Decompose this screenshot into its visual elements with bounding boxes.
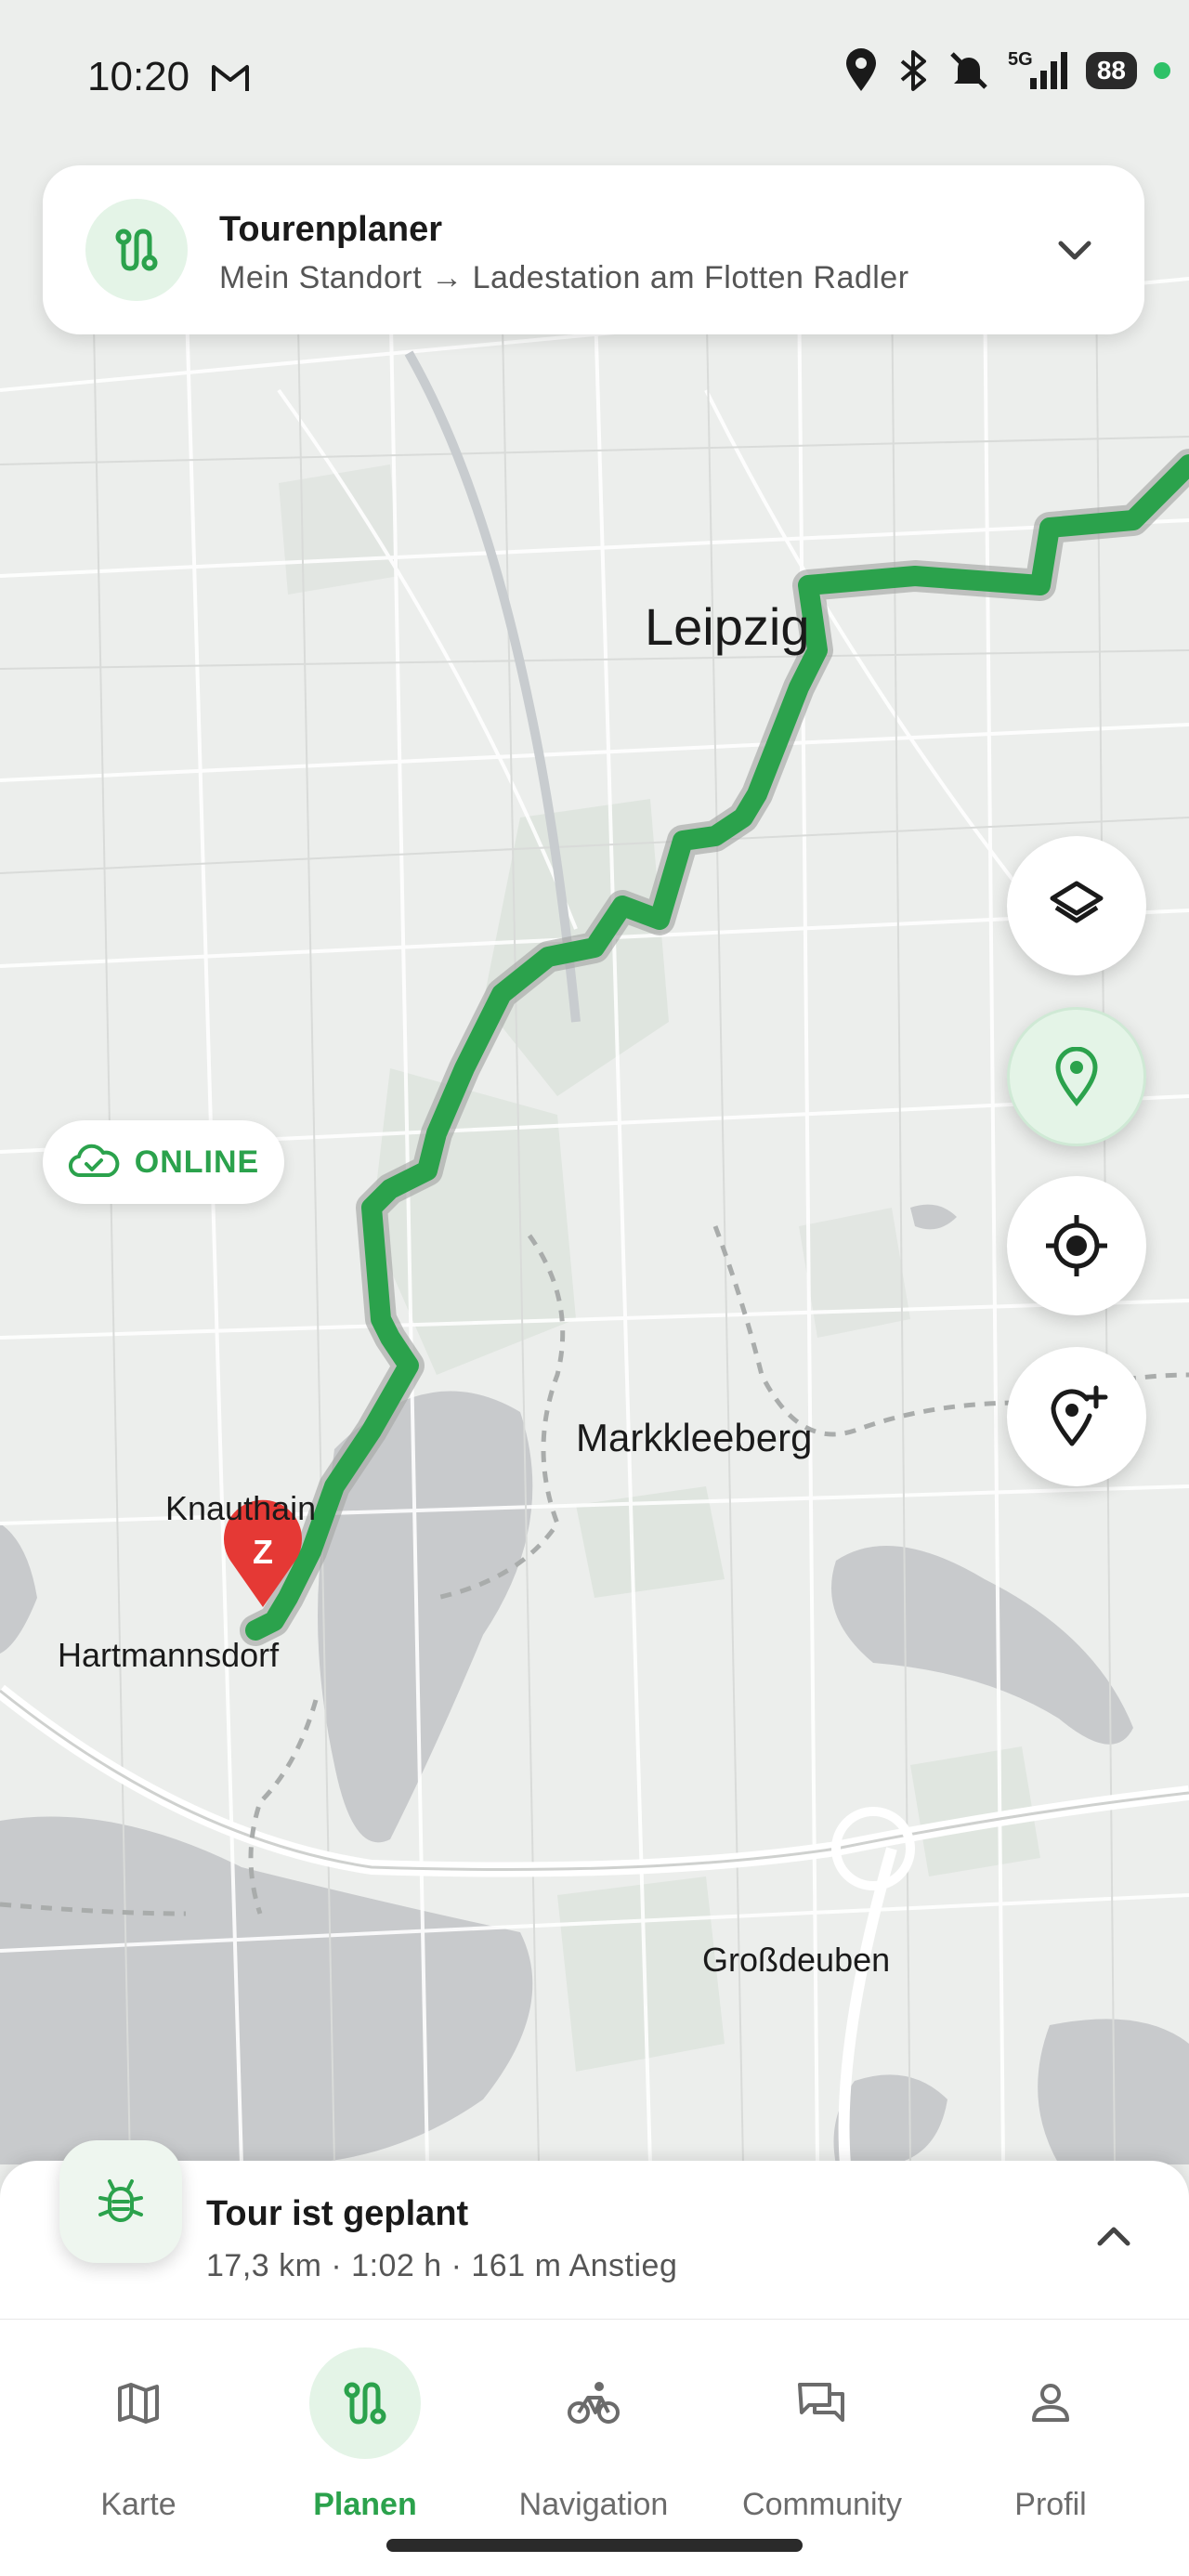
online-label: ONLINE bbox=[134, 1144, 260, 1180]
cloud-check-icon bbox=[68, 1144, 120, 1178]
mute-bell-icon bbox=[950, 52, 987, 89]
nav-label-navigation: Navigation bbox=[518, 2487, 669, 2522]
crosshair-icon bbox=[1046, 1215, 1107, 1276]
nav-label-planen: Planen bbox=[313, 2487, 417, 2522]
nav-item-community[interactable]: Community bbox=[708, 2347, 936, 2533]
map-label-leipzig: Leipzig bbox=[645, 597, 809, 656]
nav-item-planen[interactable]: Planen bbox=[251, 2347, 479, 2533]
nav-label-profil: Profil bbox=[1014, 2487, 1087, 2522]
planner-route-text: Mein Standort → Ladestation am Flotten R… bbox=[219, 260, 909, 295]
person-icon bbox=[995, 2347, 1106, 2459]
home-indicator[interactable] bbox=[386, 2539, 803, 2552]
status-time: 10:20 bbox=[87, 54, 190, 99]
chevron-down-icon[interactable] bbox=[1052, 227, 1098, 273]
debug-button[interactable] bbox=[59, 2140, 182, 2263]
layers-icon bbox=[1050, 881, 1104, 923]
map-pin-icon bbox=[1055, 1047, 1098, 1106]
svg-text:5G: 5G bbox=[1008, 49, 1033, 70]
marker-letter: Z bbox=[253, 1533, 273, 1571]
chevron-up-icon[interactable] bbox=[1091, 2213, 1137, 2259]
signal-5g-icon: 5G bbox=[1008, 49, 1067, 89]
nav-label-community: Community bbox=[742, 2487, 902, 2522]
map-label-markkleeberg: Markkleeberg bbox=[576, 1416, 812, 1459]
add-location-icon bbox=[1051, 1385, 1108, 1446]
poi-toggle-button[interactable] bbox=[1007, 1007, 1146, 1146]
bug-icon bbox=[98, 2179, 143, 2222]
tour-stats: 17,3 km · 1:02 h · 161 m Anstieg bbox=[206, 2248, 678, 2283]
map-layers-button[interactable] bbox=[1007, 836, 1146, 975]
location-icon bbox=[845, 48, 876, 91]
tour-planner-card[interactable]: Tourenplaner Mein Standort → Ladestation… bbox=[43, 165, 1144, 334]
bluetooth-icon bbox=[900, 50, 926, 91]
nav-item-karte[interactable]: Karte bbox=[24, 2347, 253, 2533]
gmail-icon bbox=[212, 65, 249, 91]
online-status-badge: ONLINE bbox=[43, 1120, 284, 1204]
tour-status-title: Tour ist geplant bbox=[206, 2194, 469, 2233]
my-location-button[interactable] bbox=[1007, 1176, 1146, 1315]
privacy-dot bbox=[1154, 62, 1170, 79]
chat-icon bbox=[766, 2347, 878, 2459]
map-icon bbox=[83, 2347, 194, 2459]
bike-icon bbox=[538, 2347, 649, 2459]
map-label-grossdeuben: Großdeuben bbox=[702, 1941, 890, 1979]
map-label-hartmannsdorf: Hartmannsdorf bbox=[58, 1636, 280, 1674]
bottom-navigation: Karte Planen Navigation Community Profil bbox=[0, 2319, 1189, 2576]
route-icon bbox=[309, 2347, 421, 2459]
nav-label-karte: Karte bbox=[100, 2487, 176, 2522]
route-icon bbox=[85, 199, 188, 301]
add-waypoint-button[interactable] bbox=[1007, 1347, 1146, 1486]
planner-title: Tourenplaner bbox=[219, 210, 442, 249]
status-bar: 10:20 5G 88 bbox=[0, 0, 1189, 158]
battery-indicator: 88 bbox=[1085, 52, 1137, 89]
nav-item-profil[interactable]: Profil bbox=[936, 2347, 1165, 2533]
nav-item-navigation[interactable]: Navigation bbox=[479, 2347, 708, 2533]
map-label-knautha: Knauthain bbox=[165, 1489, 316, 1527]
